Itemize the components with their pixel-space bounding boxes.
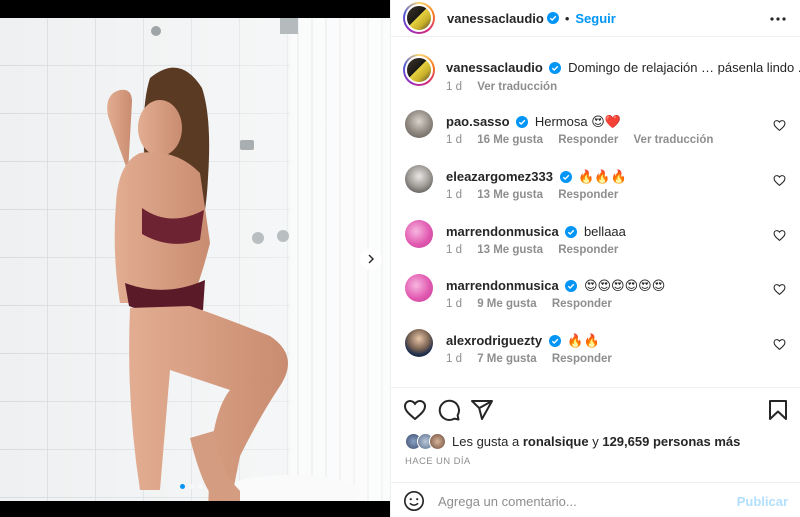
caption-translate-link[interactable]: Ver traducción bbox=[477, 81, 557, 93]
comment-age: 1 d bbox=[446, 244, 462, 256]
comment-text-row: alexrodriguezty 🔥🔥 bbox=[446, 332, 600, 349]
post-panel: vanessaclaudio • Seguir vanessaclaudio D… bbox=[390, 0, 800, 517]
author-avatar[interactable] bbox=[403, 2, 435, 34]
comment-text: bellaaa bbox=[583, 224, 626, 239]
comment-text-row: pao.sasso Hermosa 😍❤️ bbox=[446, 113, 621, 130]
comment-avatar[interactable] bbox=[405, 110, 433, 138]
caption-text: Domingo de relajación … pásenla lindo .. bbox=[568, 60, 800, 75]
heart-icon[interactable] bbox=[773, 119, 786, 132]
heart-icon[interactable] bbox=[403, 398, 427, 422]
reply-button[interactable]: Responder bbox=[552, 353, 612, 365]
comment-meta: 1 d 13 Me gusta Responder bbox=[446, 189, 630, 201]
reply-button[interactable]: Responder bbox=[558, 244, 618, 256]
caption-author-avatar[interactable] bbox=[403, 54, 435, 86]
caption-username[interactable]: vanessaclaudio bbox=[446, 60, 543, 75]
comment-text: 🔥🔥 bbox=[567, 333, 600, 348]
comment-item: marrendonmusica bellaaa 1 d 13 Me gusta … bbox=[403, 220, 790, 270]
post-time: HACE UN DÍA bbox=[405, 456, 471, 467]
comment-age: 1 d bbox=[446, 134, 462, 146]
bookmark-icon[interactable] bbox=[766, 398, 790, 422]
heart-icon[interactable] bbox=[773, 338, 786, 351]
likes-summary: Les gusta a ronalsique y 129,659 persona… bbox=[405, 433, 740, 450]
comment-meta: 1 d 16 Me gusta Responder Ver traducción bbox=[446, 134, 725, 146]
comment-meta: 1 d 13 Me gusta Responder bbox=[446, 244, 630, 256]
comment-username[interactable]: marrendonmusica bbox=[446, 278, 559, 293]
comment-text: 🔥🔥🔥 bbox=[578, 169, 627, 184]
comment-text-row: eleazargomez333 🔥🔥🔥 bbox=[446, 168, 627, 185]
more-options-icon bbox=[770, 17, 786, 21]
comment-input[interactable] bbox=[438, 493, 737, 509]
chevron-right-icon bbox=[368, 254, 374, 264]
comment-item: marrendonmusica 😍😍😍😍😍😍 1 d 9 Me gusta Re… bbox=[403, 274, 790, 324]
post-media bbox=[0, 0, 390, 517]
more-options-button[interactable] bbox=[768, 9, 788, 29]
author-username[interactable]: vanessaclaudio bbox=[447, 11, 544, 26]
comment-username[interactable]: eleazargomez333 bbox=[446, 169, 553, 184]
comment-meta: 1 d 9 Me gusta Responder bbox=[446, 298, 624, 310]
follow-button[interactable]: Seguir bbox=[575, 11, 615, 26]
comment-likes[interactable]: 9 Me gusta bbox=[477, 298, 536, 310]
likes-conj: y bbox=[592, 434, 599, 449]
carousel-dot bbox=[189, 484, 194, 489]
verified-badge-icon bbox=[546, 12, 559, 24]
comment-age: 1 d bbox=[446, 189, 462, 201]
comment-text-row: marrendonmusica bellaaa bbox=[446, 223, 626, 240]
caption-text-row: vanessaclaudio Domingo de relajación … p… bbox=[446, 59, 800, 76]
likers-avatars bbox=[405, 433, 446, 450]
reply-button[interactable]: Responder bbox=[558, 134, 618, 146]
post-header: vanessaclaudio • Seguir bbox=[391, 0, 800, 37]
comment-likes[interactable]: 13 Me gusta bbox=[477, 189, 543, 201]
reply-button[interactable]: Responder bbox=[552, 298, 612, 310]
carousel-dot-active bbox=[180, 484, 185, 489]
comment-avatar[interactable] bbox=[405, 274, 433, 302]
comment-item: pao.sasso Hermosa 😍❤️ 1 d 16 Me gusta Re… bbox=[403, 110, 790, 160]
verified-badge-icon bbox=[565, 226, 578, 238]
comment-likes[interactable]: 13 Me gusta bbox=[477, 244, 543, 256]
carousel-indicator bbox=[180, 484, 203, 489]
comment-composer: Publicar bbox=[391, 482, 800, 517]
caption-age: 1 d bbox=[446, 81, 462, 93]
post-photo[interactable] bbox=[0, 18, 390, 501]
comment-meta: 1 d 7 Me gusta Responder bbox=[446, 353, 624, 365]
emoji-icon[interactable] bbox=[403, 490, 425, 512]
comment-username[interactable]: marrendonmusica bbox=[446, 224, 559, 239]
verified-badge-icon bbox=[516, 116, 529, 128]
comment-age: 1 d bbox=[446, 353, 462, 365]
comment-text: Hermosa 😍❤️ bbox=[534, 114, 621, 129]
publish-button[interactable]: Publicar bbox=[737, 494, 788, 509]
liker-avatar bbox=[429, 433, 446, 450]
carousel-dot bbox=[198, 484, 203, 489]
heart-icon[interactable] bbox=[773, 174, 786, 187]
heart-icon[interactable] bbox=[773, 229, 786, 242]
verified-badge-icon bbox=[559, 171, 572, 183]
comment-avatar[interactable] bbox=[405, 220, 433, 248]
likes-prefix: Les gusta a bbox=[452, 434, 520, 449]
verified-badge-icon bbox=[548, 335, 561, 347]
verified-badge-icon bbox=[549, 62, 562, 74]
comment-text-row: marrendonmusica 😍😍😍😍😍😍 bbox=[446, 277, 665, 294]
carousel-next-button[interactable] bbox=[360, 248, 382, 270]
comment-icon[interactable] bbox=[437, 398, 461, 422]
translate-link[interactable]: Ver traducción bbox=[634, 134, 714, 146]
comment-avatar[interactable] bbox=[405, 165, 433, 193]
comment-username[interactable]: pao.sasso bbox=[446, 114, 510, 129]
comment-likes[interactable]: 16 Me gusta bbox=[477, 134, 543, 146]
verified-badge-icon bbox=[565, 280, 578, 292]
post-actions: Les gusta a ronalsique y 129,659 persona… bbox=[391, 387, 800, 517]
comment-item: eleazargomez333 🔥🔥🔥 1 d 13 Me gusta Resp… bbox=[403, 165, 790, 215]
header-separator: • bbox=[564, 10, 570, 26]
comment-text: 😍😍😍😍😍😍 bbox=[583, 278, 666, 293]
comment-item: alexrodriguezty 🔥🔥 1 d 7 Me gusta Respon… bbox=[403, 329, 790, 379]
heart-icon[interactable] bbox=[773, 283, 786, 296]
likes-user-link[interactable]: ronalsique bbox=[523, 434, 589, 449]
comment-age: 1 d bbox=[446, 298, 462, 310]
caption-meta: 1 d Ver traducción bbox=[446, 81, 569, 93]
likes-others-link[interactable]: 129,659 personas más bbox=[602, 434, 740, 449]
comment-avatar[interactable] bbox=[405, 329, 433, 357]
comments-list[interactable]: vanessaclaudio Domingo de relajación … p… bbox=[391, 38, 800, 386]
comment-username[interactable]: alexrodriguezty bbox=[446, 333, 542, 348]
comment-likes[interactable]: 7 Me gusta bbox=[477, 353, 536, 365]
share-icon[interactable] bbox=[470, 398, 494, 422]
reply-button[interactable]: Responder bbox=[558, 189, 618, 201]
